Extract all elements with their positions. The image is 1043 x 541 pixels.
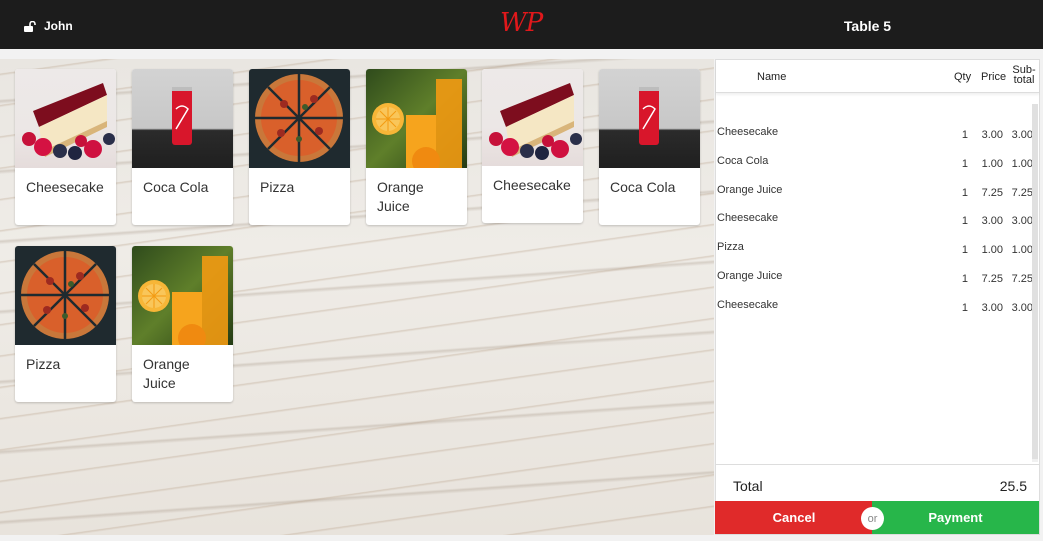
menu-item-card[interactable]: Pizza bbox=[15, 246, 116, 402]
pizza-photo bbox=[249, 69, 350, 168]
cheesecake-photo bbox=[482, 69, 583, 166]
order-item-qty: 1 bbox=[961, 215, 968, 227]
order-row[interactable]: Pizza 1 1.00 1.00 bbox=[716, 241, 1036, 257]
order-table-header: Name Qty Price Sub- total bbox=[716, 60, 1039, 93]
menu-item-card[interactable]: Orange Juice bbox=[366, 69, 467, 225]
order-row[interactable]: Cheesecake 1 3.00 3.00 bbox=[716, 126, 1036, 142]
order-item-qty: 1 bbox=[961, 273, 968, 285]
pizza-photo bbox=[15, 246, 116, 345]
order-item-qty: 1 bbox=[961, 129, 968, 141]
order-item-name: Orange Juice bbox=[717, 184, 783, 196]
order-item-price: 3.00 bbox=[981, 215, 1003, 227]
order-item-name: Cheesecake bbox=[717, 299, 779, 311]
orange-juice-photo bbox=[366, 69, 467, 168]
order-item-name: Cheesecake bbox=[717, 212, 779, 224]
order-item-subtotal: 3.00 bbox=[1011, 302, 1033, 314]
order-item-name: Coca Cola bbox=[717, 155, 769, 167]
order-item-qty: 1 bbox=[961, 187, 968, 199]
menu-item-card[interactable]: Pizza bbox=[249, 69, 350, 225]
cheesecake-photo bbox=[15, 69, 116, 168]
column-header-price: Price bbox=[981, 71, 1007, 83]
unlock-icon bbox=[24, 20, 36, 32]
menu-item-name: Cheesecake bbox=[493, 177, 571, 193]
total-row: Total 25.5 bbox=[716, 464, 1039, 502]
order-row[interactable]: Orange Juice 1 7.25 7.25 bbox=[716, 184, 1036, 200]
coca-cola-photo bbox=[132, 69, 233, 168]
menu-grid: Cheesecake Coca Cola Pizza Orange Juice … bbox=[0, 59, 714, 535]
menu-item-name: Coca Cola bbox=[143, 179, 209, 195]
menu-item-card[interactable]: Cheesecake bbox=[482, 69, 583, 223]
menu-item-card[interactable]: Coca Cola bbox=[599, 69, 700, 225]
total-label: Total bbox=[733, 478, 763, 494]
or-separator: or bbox=[861, 507, 884, 530]
order-panel: Name Qty Price Sub- total Cheesecake 1 3… bbox=[715, 59, 1040, 535]
order-item-price: 7.25 bbox=[981, 273, 1003, 285]
order-row[interactable]: Coca Cola 1 1.00 1.00 bbox=[716, 155, 1036, 171]
order-scrollbar[interactable] bbox=[1032, 104, 1038, 462]
total-value: 25.5 bbox=[999, 478, 1027, 494]
user-name: John bbox=[44, 19, 73, 33]
menu-item-name: Orange Juice bbox=[143, 356, 190, 391]
menu-item-name: Pizza bbox=[260, 179, 295, 195]
menu-item-name: Cheesecake bbox=[26, 179, 104, 195]
menu-item-name: Orange Juice bbox=[377, 179, 424, 214]
order-item-subtotal: 7.25 bbox=[1011, 273, 1033, 285]
menu-item-name: Coca Cola bbox=[610, 179, 676, 195]
order-item-qty: 1 bbox=[961, 244, 968, 256]
order-item-price: 3.00 bbox=[981, 129, 1003, 141]
menu-item-card[interactable]: Orange Juice bbox=[132, 246, 233, 402]
order-item-name: Cheesecake bbox=[717, 126, 779, 138]
order-item-subtotal: 7.25 bbox=[1011, 187, 1033, 199]
order-item-price: 1.00 bbox=[981, 158, 1003, 170]
order-item-price: 3.00 bbox=[981, 302, 1003, 314]
payment-button[interactable]: Payment bbox=[872, 501, 1039, 534]
order-item-price: 7.25 bbox=[981, 187, 1003, 199]
order-item-qty: 1 bbox=[961, 302, 968, 314]
order-item-price: 1.00 bbox=[981, 244, 1003, 256]
order-item-subtotal: 1.00 bbox=[1011, 158, 1033, 170]
app-logo: WP bbox=[500, 8, 543, 38]
table-label[interactable]: Table 5 bbox=[820, 18, 915, 34]
order-item-subtotal: 1.00 bbox=[1011, 244, 1033, 256]
subtotal-header-line2: total bbox=[1013, 74, 1035, 86]
order-item-subtotal: 3.00 bbox=[1011, 129, 1033, 141]
column-header-qty: Qty bbox=[954, 71, 972, 83]
order-item-subtotal: 3.00 bbox=[1011, 215, 1033, 227]
order-row[interactable]: Orange Juice 1 7.25 7.25 bbox=[716, 270, 1036, 286]
user-badge[interactable]: John bbox=[24, 19, 73, 33]
column-header-subtotal: Sub- total bbox=[1012, 65, 1036, 86]
menu-item-card[interactable]: Cheesecake bbox=[15, 69, 116, 225]
order-item-qty: 1 bbox=[961, 158, 968, 170]
menu-item-name: Pizza bbox=[26, 356, 61, 372]
top-bar: John WP Table 5 bbox=[0, 0, 1043, 49]
menu-item-card[interactable]: Coca Cola bbox=[132, 69, 233, 225]
orange-juice-photo bbox=[132, 246, 233, 345]
cancel-button[interactable]: Cancel bbox=[715, 501, 873, 534]
column-header-name: Name bbox=[757, 71, 787, 83]
coca-cola-photo bbox=[599, 69, 700, 168]
order-row[interactable]: Cheesecake 1 3.00 3.00 bbox=[716, 212, 1036, 228]
order-item-name: Orange Juice bbox=[717, 270, 783, 282]
scrollbar-thumb[interactable] bbox=[1032, 104, 1038, 459]
order-item-name: Pizza bbox=[717, 241, 744, 253]
order-row[interactable]: Cheesecake 1 3.00 3.00 bbox=[716, 299, 1036, 315]
